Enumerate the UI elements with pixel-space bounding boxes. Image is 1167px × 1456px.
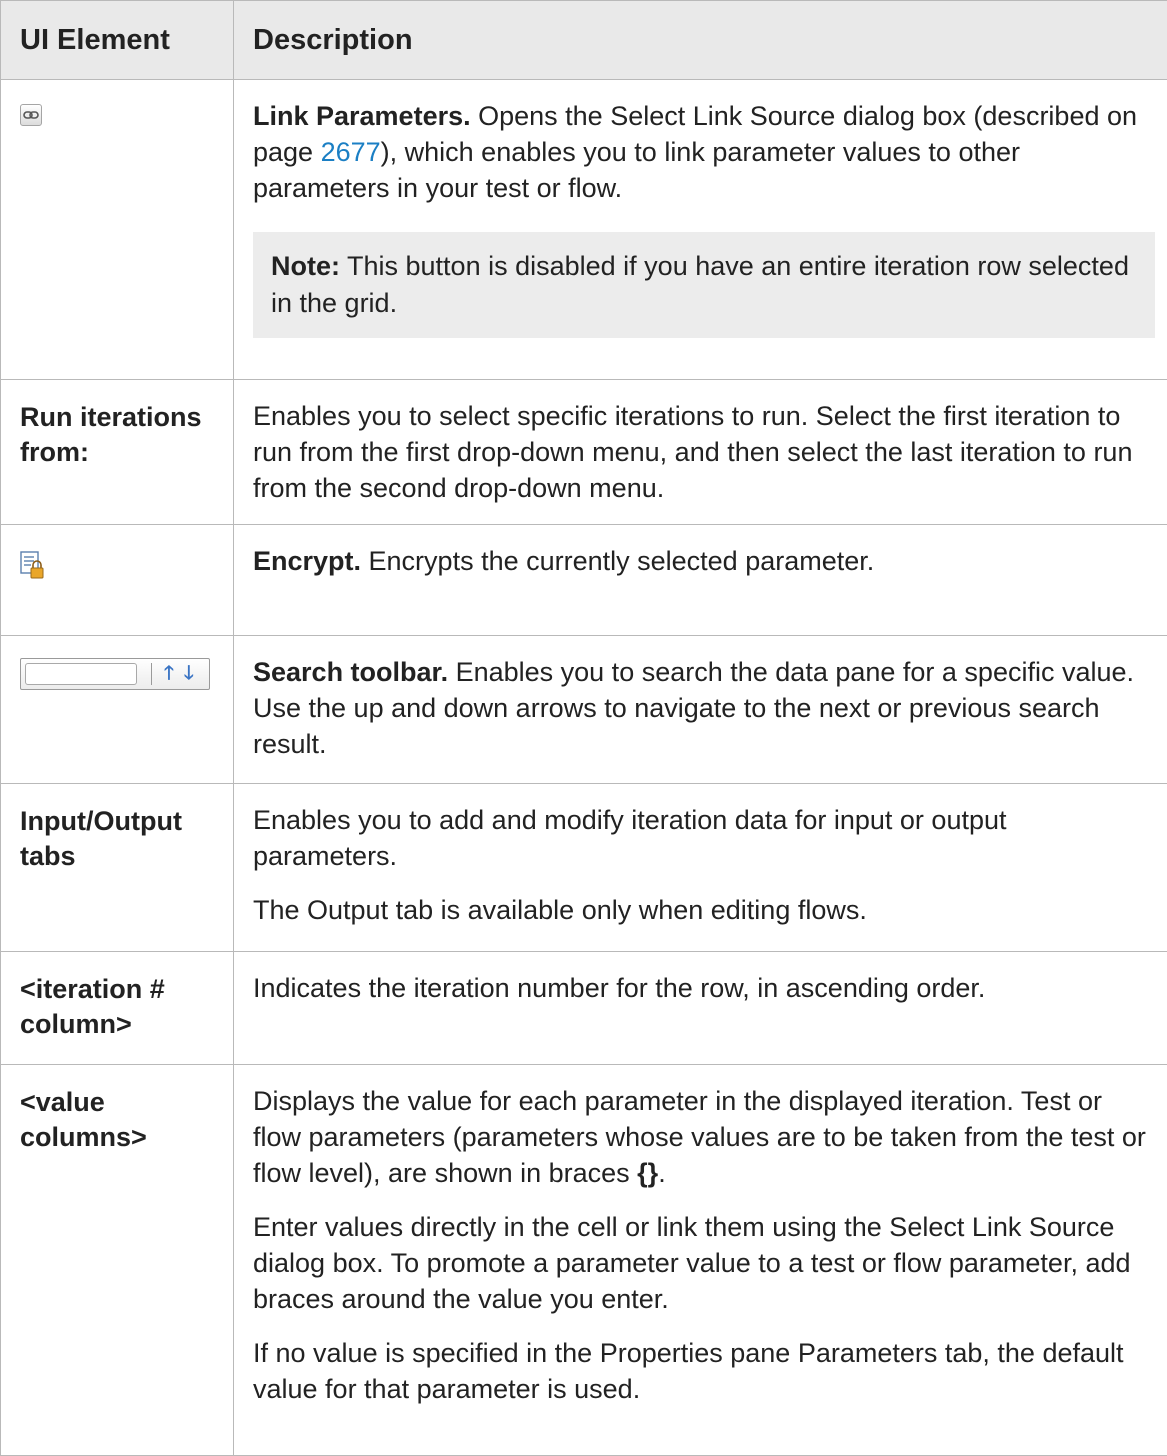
note-text: This button is disabled if you have an e…: [271, 251, 1129, 318]
description-cell: Enables you to add and modify iteration …: [234, 784, 1167, 952]
element-cell: [1, 525, 234, 636]
element-cell: Run iterations from:: [1, 380, 234, 525]
description-text: Enables you to select specific iteration…: [253, 398, 1155, 506]
description-cell: Displays the value for each parameter in…: [234, 1065, 1167, 1456]
element-cell: [1, 80, 234, 380]
table-row: <value columns> Displays the value for e…: [1, 1065, 1167, 1456]
note-label: Note:: [271, 251, 340, 281]
element-cell: 🡑 🡓: [1, 636, 234, 784]
toolbar-separator: [151, 663, 152, 685]
search-toolbar-title: Search toolbar.: [253, 657, 448, 687]
table-row: Run iterations from: Enables you to sele…: [1, 380, 1167, 525]
search-description: Search toolbar. Enables you to search th…: [253, 654, 1155, 762]
encrypt-description: Encrypt. Encrypts the currently selected…: [253, 543, 1155, 579]
description-cell: Link Parameters. Opens the Select Link S…: [234, 80, 1167, 380]
description-text: .: [658, 1158, 666, 1188]
description-text: Encrypts the currently selected paramete…: [361, 546, 874, 576]
element-cell: <value columns>: [1, 1065, 234, 1456]
table-row: Input/Output tabs Enables you to add and…: [1, 784, 1167, 952]
search-box: [25, 663, 137, 685]
note-box: Note: This button is disabled if you hav…: [253, 232, 1155, 338]
element-cell: <iteration # column>: [1, 952, 234, 1065]
description-cell: Encrypt. Encrypts the currently selected…: [234, 525, 1167, 636]
table-row: Link Parameters. Opens the Select Link S…: [1, 80, 1167, 380]
table-row: <iteration # column> Indicates the itera…: [1, 952, 1167, 1065]
table-row: Encrypt. Encrypts the currently selected…: [1, 525, 1167, 636]
link-parameters-description: Link Parameters. Opens the Select Link S…: [253, 98, 1155, 206]
braces-symbol: {}: [637, 1158, 658, 1188]
table-header-row: UI Element Description: [1, 1, 1167, 80]
page-link[interactable]: 2677: [321, 137, 381, 167]
value-columns-description: Displays the value for each parameter in…: [253, 1083, 1155, 1191]
search-toolbar-image: 🡑 🡓: [20, 658, 210, 690]
element-cell: Input/Output tabs: [1, 784, 234, 952]
description-cell: Search toolbar. Enables you to search th…: [234, 636, 1167, 784]
description-cell: Enables you to select specific iteration…: [234, 380, 1167, 525]
description-cell: Indicates the iteration number for the r…: [234, 952, 1167, 1065]
down-arrow-icon: 🡓: [184, 664, 194, 684]
header-ui-element: UI Element: [1, 1, 234, 80]
description-text: If no value is specified in the Properti…: [253, 1335, 1155, 1407]
description-text: Enables you to add and modify iteration …: [253, 802, 1155, 874]
table-row: 🡑 🡓 Search toolbar. Enables you to searc…: [1, 636, 1167, 784]
encrypt-document-lock-icon: [20, 551, 46, 588]
description-text: Enter values directly in the cell or lin…: [253, 1209, 1155, 1317]
encrypt-title: Encrypt.: [253, 546, 361, 576]
up-arrow-icon: 🡑: [164, 664, 174, 684]
description-text: Indicates the iteration number for the r…: [253, 970, 1155, 1006]
ui-element-table: UI Element Description Link Parameters. …: [0, 0, 1167, 1456]
link-parameters-title: Link Parameters.: [253, 101, 471, 131]
description-text: The Output tab is available only when ed…: [253, 892, 1155, 928]
header-description: Description: [234, 1, 1167, 80]
description-text: Displays the value for each parameter in…: [253, 1086, 1146, 1188]
link-icon: [20, 104, 42, 126]
